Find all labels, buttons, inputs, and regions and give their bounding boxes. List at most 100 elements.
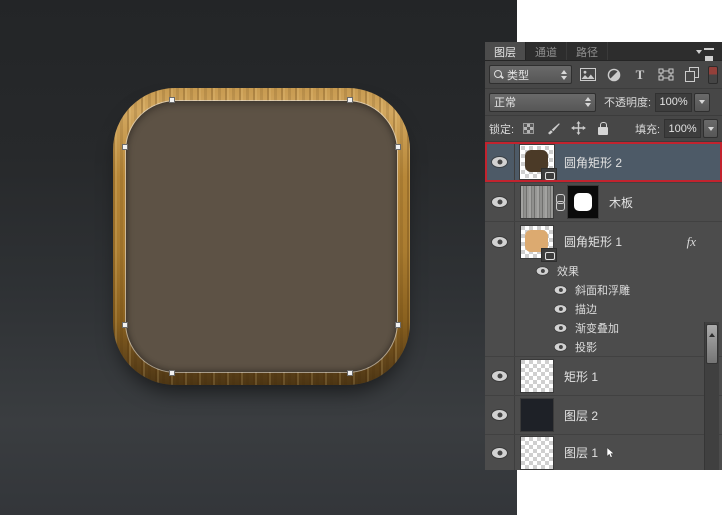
layer-row-rounded-rect-2[interactable]: 圆角矩形 2 xyxy=(485,142,722,183)
effects-header-row[interactable]: 效果 xyxy=(485,261,722,280)
wood-icon-artwork[interactable] xyxy=(113,88,410,385)
layer-name[interactable]: 圆角矩形 1 xyxy=(564,233,622,250)
blend-mode-select[interactable]: 正常 xyxy=(489,92,596,112)
layer-thumbnail[interactable] xyxy=(521,399,553,431)
tab-channels[interactable]: 通道 xyxy=(526,42,567,60)
document-canvas[interactable] xyxy=(0,0,517,515)
visibility-eye-icon xyxy=(492,197,507,207)
brush-icon xyxy=(548,122,560,134)
visibility-toggle[interactable] xyxy=(485,396,515,434)
dropdown-arrow-icon xyxy=(699,100,706,104)
visibility-eye-icon xyxy=(492,371,507,381)
scrollbar-thumb[interactable] xyxy=(706,324,718,364)
anchor-point[interactable] xyxy=(169,370,175,376)
layer-thumbnail[interactable] xyxy=(521,360,553,392)
opacity-value[interactable]: 100% xyxy=(655,92,693,112)
menu-lines-icon xyxy=(704,48,714,56)
anchor-point[interactable] xyxy=(395,144,401,150)
lock-all-button[interactable] xyxy=(595,121,611,137)
adjustment-icon xyxy=(607,68,621,81)
visibility-eye-icon[interactable] xyxy=(554,342,567,351)
anchor-point[interactable] xyxy=(347,370,353,376)
effect-label: 投影 xyxy=(575,341,597,354)
layer-row-rect-1[interactable]: 矩形 1 xyxy=(485,357,722,396)
filter-type-button[interactable]: T xyxy=(630,65,650,84)
layer-row-layer-1[interactable]: 图层 1 xyxy=(485,435,722,470)
layer-thumbnail[interactable] xyxy=(521,146,556,181)
lock-transparency-button[interactable] xyxy=(520,121,536,137)
shape-layer-badge-icon xyxy=(542,169,556,181)
visibility-eye-icon xyxy=(492,236,507,247)
visibility-toggle[interactable] xyxy=(485,183,515,221)
layers-scrollbar[interactable] xyxy=(704,322,719,470)
layer-row-layer-2[interactable]: 图层 2 xyxy=(485,396,722,435)
scroll-up-arrow-icon xyxy=(709,333,715,337)
chevron-updown-icon xyxy=(561,69,567,80)
filter-adjustment-button[interactable] xyxy=(604,65,624,84)
layer-name[interactable]: 木板 xyxy=(609,194,633,211)
filter-toggle-switch[interactable] xyxy=(708,65,718,84)
filter-smart-object-button[interactable] xyxy=(682,65,702,84)
blend-mode-bar: 正常 不透明度: 100% xyxy=(485,89,722,116)
eye-column xyxy=(485,299,515,318)
lock-position-button[interactable] xyxy=(570,121,586,137)
visibility-eye-icon xyxy=(492,410,507,420)
checkerboard-icon xyxy=(522,123,534,134)
layer-name[interactable]: 矩形 1 xyxy=(564,368,598,385)
chevron-updown-icon xyxy=(585,97,591,107)
anchor-point[interactable] xyxy=(122,322,128,328)
effect-row-gradient-overlay[interactable]: 渐变叠加 xyxy=(485,318,722,337)
visibility-eye-icon[interactable] xyxy=(554,323,567,332)
filter-image-button[interactable] xyxy=(578,65,598,84)
visibility-toggle[interactable] xyxy=(485,435,515,470)
search-icon xyxy=(494,70,503,79)
visibility-eye-icon[interactable] xyxy=(536,266,549,275)
layer-thumbnail[interactable] xyxy=(521,225,556,261)
visibility-eye-icon[interactable] xyxy=(554,304,567,313)
layer-thumbnail[interactable] xyxy=(521,436,553,469)
dropdown-arrow-icon xyxy=(707,126,714,131)
visibility-eye-icon[interactable] xyxy=(554,285,567,294)
tab-paths-label: 路径 xyxy=(576,47,598,59)
anchor-point[interactable] xyxy=(122,144,128,150)
padlock-icon xyxy=(598,122,609,135)
shape-icon xyxy=(658,68,674,81)
shape-layer-badge-icon xyxy=(542,248,556,261)
tab-channels-label: 通道 xyxy=(535,47,557,59)
panel-menu-icon[interactable] xyxy=(696,47,716,57)
filter-shape-button[interactable] xyxy=(656,65,676,84)
lock-pixels-button[interactable] xyxy=(545,121,561,137)
visibility-toggle[interactable] xyxy=(485,357,515,395)
opacity-label: 不透明度: xyxy=(604,97,652,109)
filter-kind-select[interactable]: 类型 xyxy=(489,65,572,84)
lock-bar: 锁定: 填充: 100% xyxy=(485,116,722,142)
visibility-toggle[interactable] xyxy=(485,222,515,261)
layer-name[interactable]: 图层 1 xyxy=(564,444,598,461)
anchor-point[interactable] xyxy=(347,97,353,103)
fx-badge[interactable]: fx xyxy=(687,234,696,250)
anchor-point[interactable] xyxy=(395,322,401,328)
link-icon[interactable] xyxy=(555,194,565,211)
opacity-dropdown-button[interactable] xyxy=(694,92,711,112)
layer-row-wood[interactable]: 木板 xyxy=(485,183,722,222)
tab-layers[interactable]: 图层 xyxy=(485,42,526,60)
mouse-cursor-icon xyxy=(606,446,615,458)
layer-thumbnail[interactable] xyxy=(521,186,553,218)
fill-value[interactable]: 100% xyxy=(664,119,702,138)
visibility-eye-icon xyxy=(492,447,507,458)
layer-row-rounded-rect-1[interactable]: 圆角矩形 1 fx xyxy=(485,222,722,261)
fill-dropdown-button[interactable] xyxy=(703,119,718,138)
layer-name[interactable]: 圆角矩形 2 xyxy=(564,154,622,171)
effect-row-bevel-emboss[interactable]: 斜面和浮雕 xyxy=(485,280,722,299)
tab-paths[interactable]: 路径 xyxy=(567,42,608,60)
visibility-toggle[interactable] xyxy=(485,142,515,182)
vector-path-outline xyxy=(125,100,398,373)
eye-column xyxy=(485,261,515,280)
effect-row-stroke[interactable]: 描边 xyxy=(485,299,722,318)
effect-label: 斜面和浮雕 xyxy=(575,284,630,297)
layer-mask-thumbnail[interactable] xyxy=(568,186,598,218)
anchor-point[interactable] xyxy=(169,97,175,103)
layers-panel: 图层 通道 路径 类型 T 正常 不透明度: 100% 锁定: 填充: 100%… xyxy=(485,42,722,470)
layer-name[interactable]: 图层 2 xyxy=(564,407,598,424)
effect-row-drop-shadow[interactable]: 投影 xyxy=(485,337,722,356)
